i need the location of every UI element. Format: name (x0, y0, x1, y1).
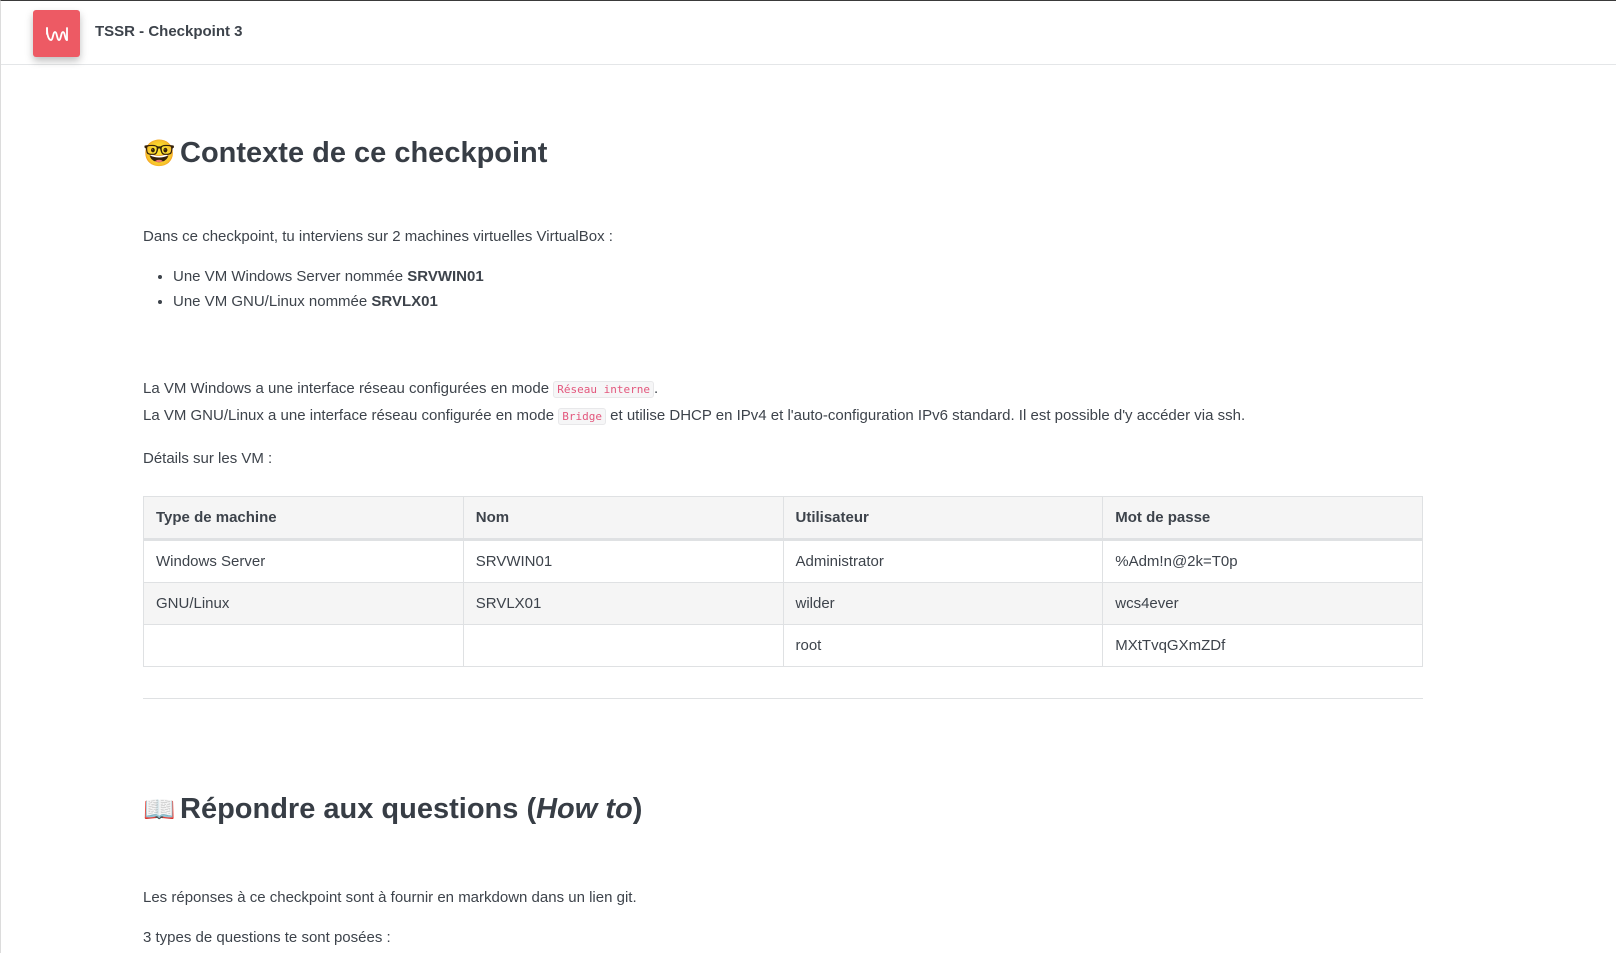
list-item: Une VM GNU/Linux nommée SRVLX01 (173, 289, 1423, 314)
list-item-text: Une VM Windows Server nommée (173, 268, 408, 285)
section-heading-text: Contexte de ce checkpoint (180, 136, 548, 169)
intro-paragraph: Dans ce checkpoint, tu interviens sur 2 … (143, 228, 613, 245)
table-cell: MXtTvqGXmZDf (1102, 624, 1423, 667)
network-paragraph: La VM Windows a une interface réseau con… (143, 376, 1423, 430)
windows-network-text: La VM Windows a une interface réseau con… (143, 380, 554, 397)
nerd-face-icon: 🤓 (143, 137, 176, 168)
document-title: TSSR - Checkpoint 3 (95, 23, 243, 40)
table-cell (462, 624, 784, 667)
table-cell: root (782, 624, 1104, 667)
table-cell: wilder (782, 582, 1104, 625)
column-header: Mot de passe (1102, 496, 1423, 541)
heading-suffix: ) (632, 792, 643, 825)
vm-name: SRVLX01 (371, 293, 438, 310)
wave-logo-icon (45, 26, 68, 41)
vm-details-table: Type de machine Nom Utilisateur Mot de p… (143, 496, 1423, 667)
main-content: 🤓 Contexte de ce checkpoint Dans ce chec… (143, 65, 1423, 951)
table-cell: wcs4ever (1102, 582, 1423, 625)
table-cell (143, 624, 464, 667)
details-label: Détails sur les VM : (143, 450, 273, 467)
list-item: Une VM Windows Server nommée SRVWIN01 (173, 264, 1423, 289)
column-header: Type de machine (143, 496, 464, 541)
section-heading-contexte: 🤓 Contexte de ce checkpoint (143, 135, 1423, 171)
table-row: GNU/Linux SRVLX01 wilder wcs4ever (143, 582, 1423, 625)
vm-name: SRVWIN01 (407, 268, 484, 285)
table-row: root MXtTvqGXmZDf (143, 624, 1423, 667)
network-mode-code: Bridge (558, 408, 606, 425)
page-frame: TSSR - Checkpoint 3 🤓 Contexte de ce che… (0, 0, 1616, 953)
table-cell: Administrator (782, 539, 1104, 583)
column-header: Nom (462, 496, 784, 541)
app-logo[interactable] (33, 10, 80, 57)
open-book-icon: 📖 (143, 793, 176, 824)
vm-list: Une VM Windows Server nommée SRVWIN01 Un… (143, 264, 1423, 314)
table-cell: SRVWIN01 (462, 539, 784, 583)
table-header-row: Type de machine Nom Utilisateur Mot de p… (143, 496, 1423, 541)
table-cell: GNU/Linux (143, 582, 464, 625)
table-cell: Windows Server (143, 539, 464, 583)
section-heading-repondre: 📖 Répondre aux questions (How to) (143, 791, 1423, 827)
heading-prefix: Répondre aux questions ( (180, 792, 537, 825)
network-mode-code: Réseau interne (553, 381, 654, 398)
list-item-text: Une VM GNU/Linux nommée (173, 293, 372, 310)
table-cell: %Adm!n@2k=T0p (1102, 539, 1423, 583)
table-row: Windows Server SRVWIN01 Administrator %A… (143, 539, 1423, 583)
section-heading-text: Répondre aux questions (How to) (180, 793, 642, 826)
table-cell: SRVLX01 (462, 582, 784, 625)
column-header: Utilisateur (782, 496, 1104, 541)
sentence-end: . (653, 380, 659, 397)
linux-network-text: La VM GNU/Linux a une interface réseau c… (143, 407, 559, 424)
linux-network-suffix: et utilise DHCP en IPv4 et l'auto-config… (606, 407, 1246, 424)
answers-paragraph: Les réponses à ce checkpoint sont à four… (143, 889, 637, 906)
question-types-paragraph: 3 types de questions te sont posées : (143, 929, 391, 946)
heading-italic: How to (536, 792, 633, 825)
top-bar: TSSR - Checkpoint 3 (1, 1, 1616, 65)
